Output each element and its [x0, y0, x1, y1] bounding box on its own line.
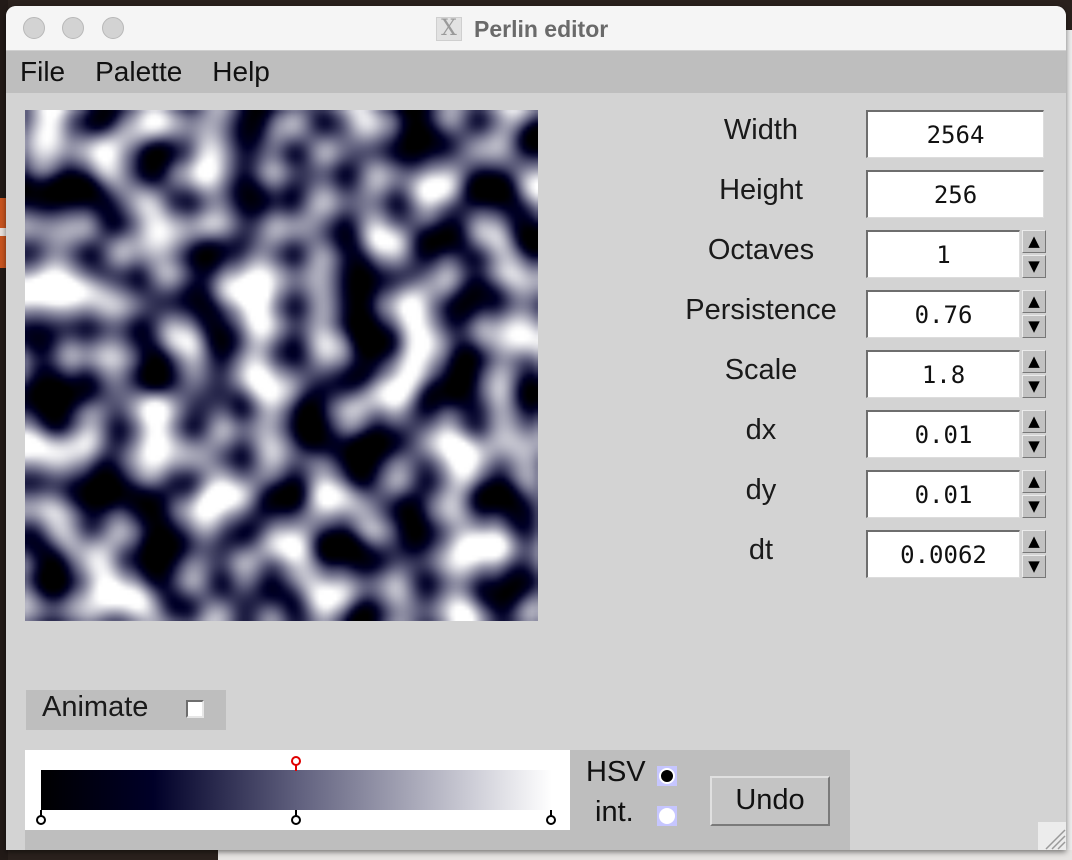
dy-spinner: ▲ ▼	[1022, 470, 1046, 518]
width-label: Width	[723, 114, 799, 146]
window-title: Perlin editor	[474, 15, 609, 42]
dt-spinner: ▲ ▼	[1022, 530, 1046, 578]
scale-label: Scale	[724, 354, 798, 386]
palette-stop-handle[interactable]	[291, 810, 301, 825]
noise-preview-image	[25, 110, 538, 621]
dt-label: dt	[748, 534, 774, 566]
palette-panel: HSV int. Undo	[25, 750, 850, 850]
persistence-increment-button[interactable]: ▲	[1022, 290, 1046, 313]
menu-palette[interactable]: Palette	[80, 51, 197, 93]
persistence-input[interactable]	[866, 290, 1020, 338]
perlin-editor-window: X Perlin editor File Palette Help Width …	[6, 6, 1066, 850]
scale-input[interactable]	[866, 350, 1020, 398]
palette-stop-handle[interactable]	[36, 810, 46, 825]
stop-marker-icon	[546, 815, 556, 825]
dx-increment-button[interactable]: ▲	[1022, 410, 1046, 433]
close-window-button[interactable]	[23, 17, 45, 39]
dy-label: dy	[745, 474, 777, 506]
param-row-dx: dx ▲ ▼	[666, 410, 1066, 458]
hsv-radio[interactable]	[657, 766, 677, 786]
scale-spinner: ▲ ▼	[1022, 350, 1046, 398]
desktop-background-bottom	[218, 850, 1072, 860]
dx-input[interactable]	[866, 410, 1020, 458]
palette-gradient-bar[interactable]	[41, 770, 552, 810]
param-row-persistence: Persistence ▲ ▼	[666, 290, 1066, 338]
dt-increment-button[interactable]: ▲	[1022, 530, 1046, 553]
int-label: int.	[595, 796, 634, 828]
dx-spinner: ▲ ▼	[1022, 410, 1046, 458]
stop-marker-icon	[36, 815, 46, 825]
palette-editor[interactable]	[25, 750, 570, 830]
param-row-dt: dt ▲ ▼	[666, 530, 1066, 578]
menu-file[interactable]: File	[6, 51, 80, 93]
hsv-label: HSV	[586, 756, 646, 788]
dy-decrement-button[interactable]: ▼	[1022, 495, 1046, 518]
octaves-spinner: ▲ ▼	[1022, 230, 1046, 278]
dt-decrement-button[interactable]: ▼	[1022, 555, 1046, 578]
dy-input[interactable]	[866, 470, 1020, 518]
minimize-window-button[interactable]	[62, 17, 84, 39]
animate-label: Animate	[42, 691, 149, 723]
persistence-label: Persistence	[685, 294, 837, 326]
octaves-input[interactable]	[866, 230, 1020, 278]
animate-checkbox[interactable]	[186, 700, 204, 718]
dy-increment-button[interactable]: ▲	[1022, 470, 1046, 493]
height-input[interactable]	[866, 170, 1044, 218]
resize-grip-icon[interactable]	[1038, 822, 1066, 850]
x11-icon: X	[436, 17, 462, 41]
persistence-spinner: ▲ ▼	[1022, 290, 1046, 338]
param-row-octaves: Octaves ▲ ▼	[666, 230, 1066, 278]
int-radio[interactable]	[657, 806, 677, 826]
param-row-dy: dy ▲ ▼	[666, 470, 1066, 518]
scale-increment-button[interactable]: ▲	[1022, 350, 1046, 373]
undo-button[interactable]: Undo	[710, 776, 830, 826]
dt-input[interactable]	[866, 530, 1020, 578]
dx-label: dx	[745, 414, 777, 446]
zoom-window-button[interactable]	[102, 17, 124, 39]
menu-help[interactable]: Help	[197, 51, 285, 93]
selected-color-stop-handle[interactable]	[291, 756, 301, 771]
width-input[interactable]	[866, 110, 1044, 158]
param-row-scale: Scale ▲ ▼	[666, 350, 1066, 398]
dx-decrement-button[interactable]: ▼	[1022, 435, 1046, 458]
height-label: Height	[719, 174, 803, 206]
param-row-height: Height	[666, 170, 1066, 218]
octaves-decrement-button[interactable]: ▼	[1022, 255, 1046, 278]
persistence-decrement-button[interactable]: ▼	[1022, 315, 1046, 338]
octaves-increment-button[interactable]: ▲	[1022, 230, 1046, 253]
param-row-width: Width	[666, 110, 1066, 158]
title-bar[interactable]: X Perlin editor	[6, 6, 1066, 51]
menu-bar: File Palette Help	[6, 51, 1066, 93]
scale-decrement-button[interactable]: ▼	[1022, 375, 1046, 398]
animate-toggle[interactable]: Animate	[26, 690, 226, 730]
octaves-label: Octaves	[707, 234, 815, 266]
stop-marker-icon	[291, 815, 301, 825]
palette-stop-handle[interactable]	[546, 810, 556, 825]
